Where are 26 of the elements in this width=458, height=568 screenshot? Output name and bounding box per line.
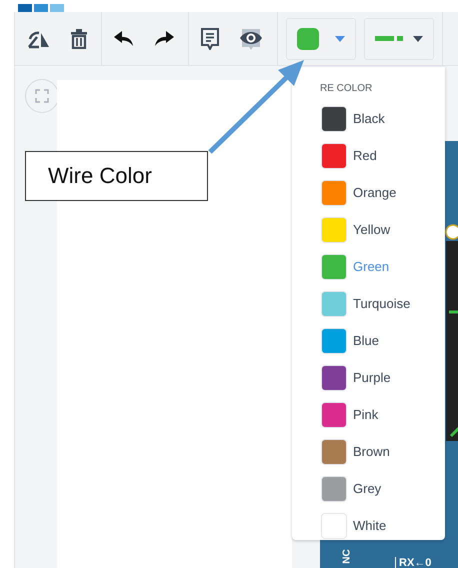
trash-icon[interactable] bbox=[71, 28, 87, 48]
eye-icon[interactable] bbox=[239, 26, 263, 50]
board-label: NC bbox=[342, 549, 353, 564]
rotate-icon[interactable] bbox=[27, 28, 51, 48]
notes-icon[interactable] bbox=[201, 28, 219, 50]
redo-icon[interactable] bbox=[154, 30, 174, 46]
color-option[interactable]: Brown bbox=[292, 433, 445, 470]
color-option[interactable]: Turquoise bbox=[292, 285, 445, 322]
logo-icon bbox=[18, 4, 66, 12]
fit-screen-icon bbox=[35, 89, 49, 103]
color-option[interactable]: White bbox=[292, 507, 445, 544]
callout-label: Wire Color bbox=[25, 151, 208, 201]
color-picker-button[interactable] bbox=[286, 18, 356, 60]
board-label: RX←0 bbox=[395, 557, 432, 568]
caret-icon bbox=[413, 36, 423, 42]
caret-icon bbox=[335, 36, 345, 42]
color-option[interactable]: Purple bbox=[292, 359, 445, 396]
color-option[interactable]: Orange bbox=[292, 174, 445, 211]
color-option[interactable]: Blue bbox=[292, 322, 445, 359]
color-option[interactable]: Yellow bbox=[292, 211, 445, 248]
color-option[interactable]: Grey bbox=[292, 470, 445, 507]
menu-header: RE COLOR bbox=[320, 83, 374, 94]
undo-icon[interactable] bbox=[114, 30, 134, 46]
color-option[interactable]: Pink bbox=[292, 396, 445, 433]
color-option[interactable]: Red bbox=[292, 137, 445, 174]
color-option[interactable]: Black bbox=[292, 100, 445, 137]
